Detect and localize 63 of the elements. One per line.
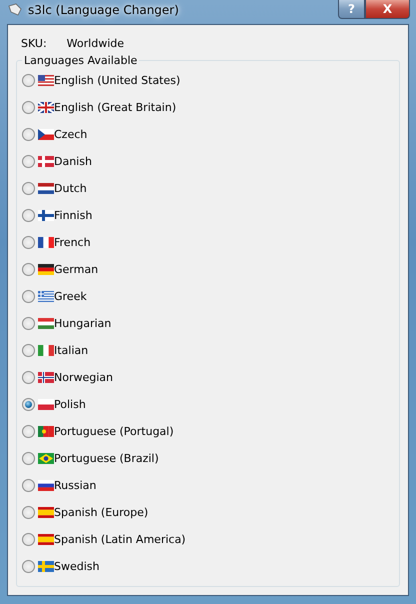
language-label[interactable]: Russian [54,479,96,492]
radio-button[interactable] [22,398,35,411]
german-flag-icon [38,264,54,275]
language-label[interactable]: French [54,236,91,249]
polish-flag-icon [38,399,54,410]
language-label[interactable]: Spanish (Europe) [54,506,148,519]
italian-flag-icon [38,345,54,356]
language-label[interactable]: Finnish [54,209,92,222]
radio-button[interactable] [22,560,35,573]
norwegian-flag-icon [38,372,54,383]
app-icon [8,3,22,17]
language-label[interactable]: Danish [54,155,92,168]
language-label[interactable]: Swedish [54,560,100,573]
spanish-flag-icon [38,534,54,545]
spanish-flag-icon [38,507,54,518]
radio-button[interactable] [22,236,35,249]
language-label[interactable]: Czech [54,128,88,141]
language-label[interactable]: Dutch [54,182,87,195]
radio-button[interactable] [22,506,35,519]
radio-button[interactable] [22,290,35,303]
radio-button[interactable] [22,182,35,195]
uk-flag-icon [38,102,54,113]
greek-flag-icon [38,291,54,302]
swedish-flag-icon [38,561,54,572]
portuguese-flag-icon [38,426,54,437]
finnish-flag-icon [38,210,54,221]
radio-button[interactable] [22,155,35,168]
language-label[interactable]: German [54,263,98,276]
radio-button[interactable] [22,479,35,492]
language-label[interactable]: Polish [54,398,86,411]
window-title: s3lc (Language Changer) [28,3,179,17]
language-label[interactable]: Hungarian [54,317,112,330]
language-label[interactable]: Spanish (Latin America) [54,533,186,546]
dutch-flag-icon [38,183,54,194]
radio-button[interactable] [22,74,35,87]
russian-flag-icon [38,480,54,491]
radio-button[interactable] [22,101,35,114]
czech-flag-icon [38,129,54,140]
language-label[interactable]: Greek [54,290,87,303]
brazilian-flag-icon [38,453,54,464]
radio-button[interactable] [22,452,35,465]
language-label[interactable]: Portuguese (Portugal) [54,425,174,438]
language-label[interactable]: English (Great Britain) [54,101,176,114]
danish-flag-icon [38,156,54,167]
hungarian-flag-icon [38,318,54,329]
radio-button[interactable] [22,425,35,438]
radio-button[interactable] [22,209,35,222]
language-label[interactable]: English (United States) [54,74,180,87]
close-button[interactable]: X [365,0,410,19]
radio-button[interactable] [22,371,35,384]
radio-button[interactable] [22,533,35,546]
language-label[interactable]: Norwegian [54,371,113,384]
radio-button[interactable] [22,344,35,357]
sku-label: SKU: [21,36,47,50]
language-label[interactable]: Portuguese (Brazil) [54,452,159,465]
us-flag-icon [38,75,54,86]
radio-button[interactable] [22,317,35,330]
radio-button[interactable] [22,128,35,141]
language-label[interactable]: Italian [54,344,88,357]
radio-button[interactable] [22,263,35,276]
french-flag-icon [38,237,54,248]
group-title: Languages Available [23,54,138,67]
sku-value: Worldwide [66,36,124,50]
